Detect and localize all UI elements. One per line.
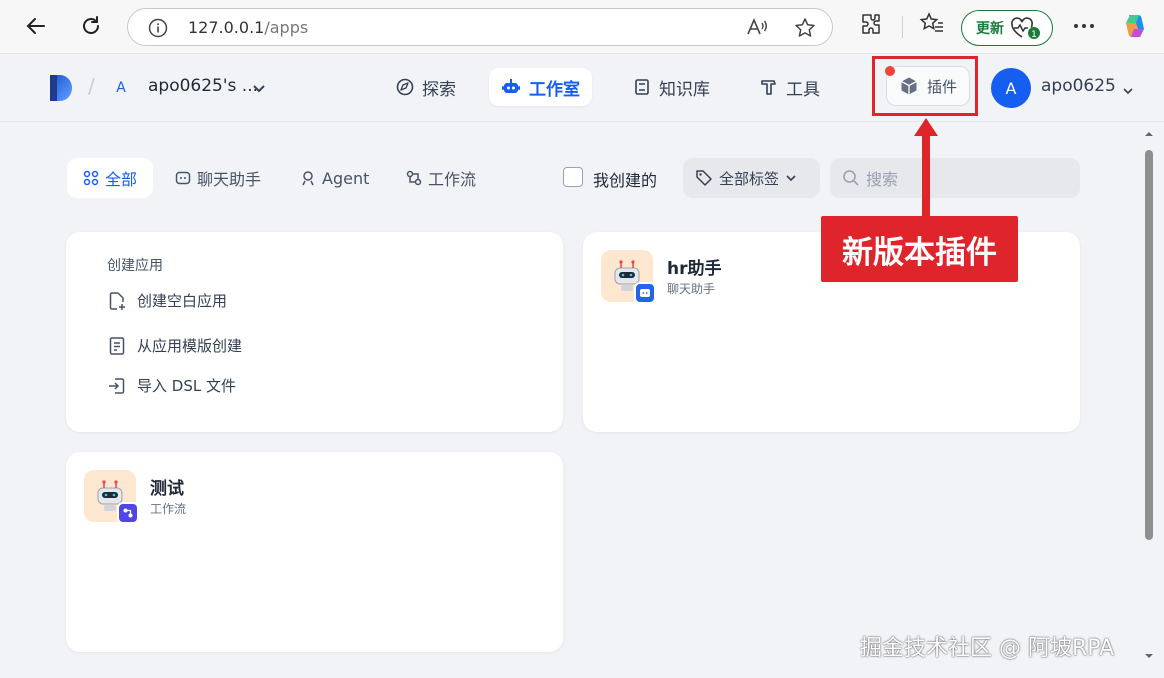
nav-tools[interactable]: 工具 — [748, 68, 832, 106]
annotation-arrow-icon — [914, 118, 938, 216]
app-name: hr助手 — [667, 259, 722, 279]
reload-button[interactable] — [75, 10, 107, 42]
nav-explore-label: 探索 — [422, 79, 456, 100]
extensions-icon[interactable] — [858, 12, 882, 40]
search-icon — [843, 170, 859, 186]
address-bar[interactable]: 127.0.0.1/apps — [127, 8, 833, 46]
update-button[interactable]: 更新 1 — [961, 10, 1053, 46]
copilot-icon[interactable] — [1121, 12, 1149, 44]
tab-agent-label: Agent — [322, 168, 370, 188]
read-aloud-icon[interactable] — [746, 17, 768, 41]
chat-badge-icon — [634, 282, 656, 304]
url-text: 127.0.0.1/apps — [188, 18, 309, 37]
create-app-title: 创建应用 — [107, 258, 163, 274]
import-icon — [109, 377, 125, 394]
tab-chat-label: 聊天助手 — [197, 170, 262, 189]
grid-icon — [83, 170, 99, 186]
toolbar-divider — [902, 16, 903, 38]
heartbeat-icon: 1 — [1011, 17, 1040, 40]
create-from-template-label: 从应用模版创建 — [137, 337, 243, 355]
nav-knowledge-label: 知识库 — [659, 79, 710, 100]
create-app-card: 创建应用 创建空白应用 从应用模版创建 导入 DSL 文件 — [66, 232, 563, 432]
compass-icon — [396, 78, 414, 96]
agent-icon — [302, 171, 314, 186]
browser-toolbar: 127.0.0.1/apps 更新 1 — [0, 0, 1164, 54]
workspace-avatar[interactable]: A — [106, 73, 136, 103]
favorite-star-icon[interactable] — [794, 17, 816, 43]
app-type: 聊天助手 — [667, 282, 716, 296]
user-name[interactable]: apo0625 — [1041, 76, 1116, 96]
tab-workflow-label: 工作流 — [428, 170, 477, 189]
nav-tools-label: 工具 — [786, 79, 820, 100]
hammer-icon — [761, 80, 776, 95]
nav-studio[interactable]: 工作室 — [489, 68, 592, 106]
nav-explore[interactable]: 探索 — [384, 68, 468, 106]
import-dsl-label: 导入 DSL 文件 — [137, 377, 236, 395]
search-input[interactable]: 搜索 — [830, 158, 1080, 198]
app-type: 工作流 — [150, 502, 187, 516]
reload-icon — [83, 16, 99, 34]
update-label: 更新 — [976, 21, 1004, 37]
app-name: 测试 — [150, 479, 184, 499]
scroll-down-icon — [1145, 654, 1153, 658]
tab-all[interactable]: 全部 — [67, 158, 154, 198]
user-avatar[interactable]: A — [991, 68, 1031, 108]
watermark: 掘金技术社区 @ 阿坡RPA — [860, 636, 1115, 661]
tab-all-label: 全部 — [105, 170, 138, 189]
import-dsl-button[interactable]: 导入 DSL 文件 — [107, 375, 236, 396]
svg-text:1: 1 — [1031, 30, 1037, 40]
scrollbar-thumb[interactable] — [1145, 150, 1153, 540]
chevron-down-icon[interactable] — [252, 79, 266, 98]
tab-agent[interactable]: Agent — [284, 158, 385, 198]
app-header: / A apo0625's ... 探索 工作室 知识库 工具 插件 A apo… — [0, 54, 1164, 122]
created-by-me-label[interactable]: 我创建的 — [593, 167, 657, 191]
book-icon — [635, 79, 649, 95]
site-info-icon[interactable] — [148, 18, 168, 42]
nav-studio-label: 工作室 — [529, 79, 580, 100]
tag-chevron-down-icon — [786, 175, 796, 182]
chat-icon — [175, 171, 191, 185]
nav-knowledge[interactable]: 知识库 — [621, 68, 722, 106]
plugin-highlight-box — [872, 56, 978, 116]
breadcrumb-separator: / — [88, 74, 95, 98]
created-by-me-checkbox[interactable] — [563, 167, 583, 187]
tab-chat-assistant[interactable]: 聊天助手 — [159, 158, 277, 198]
workflow-icon — [406, 170, 422, 186]
file-text-icon — [109, 336, 125, 355]
app-logo[interactable] — [48, 73, 74, 103]
back-button[interactable] — [20, 10, 52, 42]
file-plus-icon — [109, 291, 125, 310]
search-placeholder: 搜索 — [866, 170, 899, 189]
workflow-badge-icon — [117, 502, 139, 524]
create-blank-app-button[interactable]: 创建空白应用 — [107, 290, 227, 311]
annotation-label: 新版本插件 — [821, 216, 1018, 282]
favorites-list-icon[interactable] — [919, 12, 945, 40]
create-from-template-button[interactable]: 从应用模版创建 — [107, 335, 242, 356]
tab-workflow[interactable]: 工作流 — [390, 158, 492, 198]
tag-icon — [696, 170, 712, 186]
robot-icon — [502, 79, 520, 93]
scroll-up-icon — [1145, 132, 1153, 136]
user-chevron-down-icon[interactable] — [1122, 80, 1134, 99]
tag-filter-select[interactable]: 全部标签 — [683, 158, 820, 198]
back-arrow-icon — [26, 18, 45, 34]
workspace-name[interactable]: apo0625's ... — [148, 76, 258, 96]
main-content: 全部 聊天助手 Agent 工作流 我创建的 全部标签 搜索 创建应用 创建空白… — [0, 122, 1164, 678]
more-options-icon[interactable] — [1072, 16, 1096, 40]
app-card[interactable]: 测试 工作流 — [66, 452, 563, 652]
tag-filter-label: 全部标签 — [719, 169, 780, 188]
create-blank-app-label: 创建空白应用 — [137, 292, 228, 310]
